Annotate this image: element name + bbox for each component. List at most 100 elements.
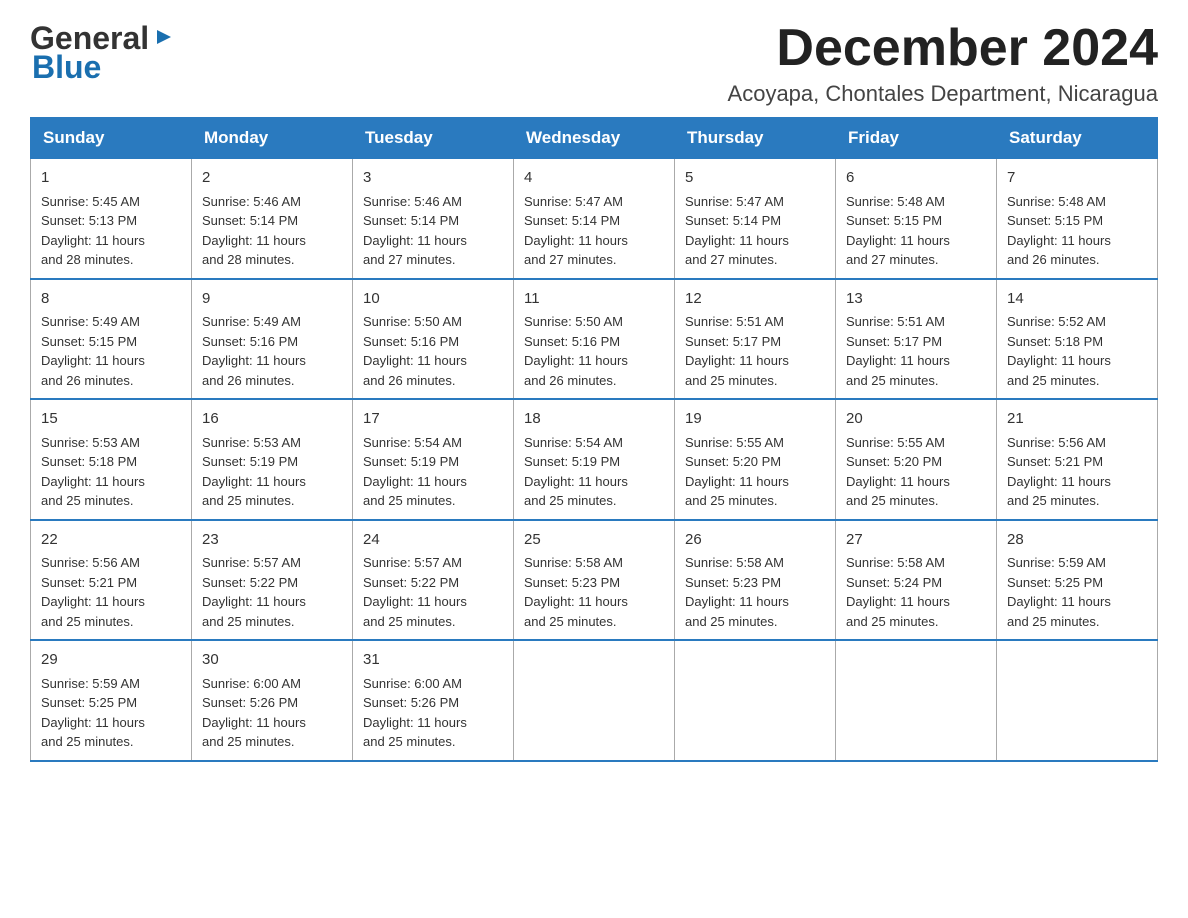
day-number: 3 [363, 167, 503, 190]
calendar-body: 1Sunrise: 5:45 AMSunset: 5:13 PMDaylight… [31, 159, 1158, 761]
calendar-cell: 12Sunrise: 5:51 AMSunset: 5:17 PMDayligh… [675, 279, 836, 400]
col-sunday: Sunday [31, 118, 192, 159]
calendar-cell: 1Sunrise: 5:45 AMSunset: 5:13 PMDaylight… [31, 159, 192, 279]
calendar-cell: 9Sunrise: 5:49 AMSunset: 5:16 PMDaylight… [192, 279, 353, 400]
calendar-cell: 6Sunrise: 5:48 AMSunset: 5:15 PMDaylight… [836, 159, 997, 279]
calendar-cell: 18Sunrise: 5:54 AMSunset: 5:19 PMDayligh… [514, 399, 675, 520]
col-wednesday: Wednesday [514, 118, 675, 159]
day-info: Sunrise: 5:53 AMSunset: 5:18 PMDaylight:… [41, 433, 181, 511]
header: General Blue December 2024 Acoyapa, Chon… [30, 20, 1158, 107]
col-thursday: Thursday [675, 118, 836, 159]
calendar-cell: 30Sunrise: 6:00 AMSunset: 5:26 PMDayligh… [192, 640, 353, 761]
day-info: Sunrise: 5:58 AMSunset: 5:24 PMDaylight:… [846, 553, 986, 631]
calendar-cell: 16Sunrise: 5:53 AMSunset: 5:19 PMDayligh… [192, 399, 353, 520]
day-number: 15 [41, 408, 181, 431]
day-info: Sunrise: 5:50 AMSunset: 5:16 PMDaylight:… [363, 312, 503, 390]
col-monday: Monday [192, 118, 353, 159]
day-number: 13 [846, 288, 986, 311]
day-number: 24 [363, 529, 503, 552]
col-tuesday: Tuesday [353, 118, 514, 159]
calendar-cell: 28Sunrise: 5:59 AMSunset: 5:25 PMDayligh… [997, 520, 1158, 641]
logo: General Blue [30, 20, 175, 86]
calendar-cell: 3Sunrise: 5:46 AMSunset: 5:14 PMDaylight… [353, 159, 514, 279]
day-info: Sunrise: 5:50 AMSunset: 5:16 PMDaylight:… [524, 312, 664, 390]
day-info: Sunrise: 5:59 AMSunset: 5:25 PMDaylight:… [1007, 553, 1147, 631]
month-title: December 2024 [728, 20, 1158, 77]
calendar-cell: 27Sunrise: 5:58 AMSunset: 5:24 PMDayligh… [836, 520, 997, 641]
calendar-cell: 19Sunrise: 5:55 AMSunset: 5:20 PMDayligh… [675, 399, 836, 520]
calendar-cell: 10Sunrise: 5:50 AMSunset: 5:16 PMDayligh… [353, 279, 514, 400]
day-info: Sunrise: 5:58 AMSunset: 5:23 PMDaylight:… [685, 553, 825, 631]
logo-triangle-icon [153, 26, 175, 53]
calendar-cell: 11Sunrise: 5:50 AMSunset: 5:16 PMDayligh… [514, 279, 675, 400]
calendar-cell: 24Sunrise: 5:57 AMSunset: 5:22 PMDayligh… [353, 520, 514, 641]
calendar-cell: 15Sunrise: 5:53 AMSunset: 5:18 PMDayligh… [31, 399, 192, 520]
day-number: 12 [685, 288, 825, 311]
calendar-week-1: 1Sunrise: 5:45 AMSunset: 5:13 PMDaylight… [31, 159, 1158, 279]
day-number: 6 [846, 167, 986, 190]
day-number: 14 [1007, 288, 1147, 311]
day-info: Sunrise: 5:51 AMSunset: 5:17 PMDaylight:… [685, 312, 825, 390]
header-row: Sunday Monday Tuesday Wednesday Thursday… [31, 118, 1158, 159]
day-number: 28 [1007, 529, 1147, 552]
day-info: Sunrise: 6:00 AMSunset: 5:26 PMDaylight:… [202, 674, 342, 752]
calendar-cell: 21Sunrise: 5:56 AMSunset: 5:21 PMDayligh… [997, 399, 1158, 520]
day-number: 22 [41, 529, 181, 552]
calendar-cell: 26Sunrise: 5:58 AMSunset: 5:23 PMDayligh… [675, 520, 836, 641]
calendar-cell [836, 640, 997, 761]
calendar-header: Sunday Monday Tuesday Wednesday Thursday… [31, 118, 1158, 159]
day-number: 31 [363, 649, 503, 672]
day-number: 27 [846, 529, 986, 552]
day-number: 9 [202, 288, 342, 311]
calendar-week-4: 22Sunrise: 5:56 AMSunset: 5:21 PMDayligh… [31, 520, 1158, 641]
day-info: Sunrise: 5:45 AMSunset: 5:13 PMDaylight:… [41, 192, 181, 270]
day-number: 1 [41, 167, 181, 190]
day-number: 19 [685, 408, 825, 431]
day-number: 8 [41, 288, 181, 311]
day-number: 30 [202, 649, 342, 672]
calendar-cell: 22Sunrise: 5:56 AMSunset: 5:21 PMDayligh… [31, 520, 192, 641]
day-info: Sunrise: 5:53 AMSunset: 5:19 PMDaylight:… [202, 433, 342, 511]
day-info: Sunrise: 5:54 AMSunset: 5:19 PMDaylight:… [363, 433, 503, 511]
day-info: Sunrise: 5:55 AMSunset: 5:20 PMDaylight:… [846, 433, 986, 511]
day-info: Sunrise: 5:54 AMSunset: 5:19 PMDaylight:… [524, 433, 664, 511]
day-info: Sunrise: 5:51 AMSunset: 5:17 PMDaylight:… [846, 312, 986, 390]
calendar-week-5: 29Sunrise: 5:59 AMSunset: 5:25 PMDayligh… [31, 640, 1158, 761]
calendar-table: Sunday Monday Tuesday Wednesday Thursday… [30, 117, 1158, 762]
calendar-cell: 20Sunrise: 5:55 AMSunset: 5:20 PMDayligh… [836, 399, 997, 520]
calendar-cell: 7Sunrise: 5:48 AMSunset: 5:15 PMDaylight… [997, 159, 1158, 279]
col-friday: Friday [836, 118, 997, 159]
day-info: Sunrise: 5:46 AMSunset: 5:14 PMDaylight:… [202, 192, 342, 270]
day-info: Sunrise: 5:58 AMSunset: 5:23 PMDaylight:… [524, 553, 664, 631]
day-info: Sunrise: 5:52 AMSunset: 5:18 PMDaylight:… [1007, 312, 1147, 390]
day-number: 11 [524, 288, 664, 311]
day-info: Sunrise: 6:00 AMSunset: 5:26 PMDaylight:… [363, 674, 503, 752]
day-info: Sunrise: 5:57 AMSunset: 5:22 PMDaylight:… [363, 553, 503, 631]
day-info: Sunrise: 5:46 AMSunset: 5:14 PMDaylight:… [363, 192, 503, 270]
title-area: December 2024 Acoyapa, Chontales Departm… [728, 20, 1158, 107]
day-number: 7 [1007, 167, 1147, 190]
calendar-cell: 29Sunrise: 5:59 AMSunset: 5:25 PMDayligh… [31, 640, 192, 761]
day-info: Sunrise: 5:48 AMSunset: 5:15 PMDaylight:… [846, 192, 986, 270]
day-number: 26 [685, 529, 825, 552]
day-number: 25 [524, 529, 664, 552]
day-number: 21 [1007, 408, 1147, 431]
day-info: Sunrise: 5:47 AMSunset: 5:14 PMDaylight:… [524, 192, 664, 270]
day-info: Sunrise: 5:59 AMSunset: 5:25 PMDaylight:… [41, 674, 181, 752]
day-info: Sunrise: 5:49 AMSunset: 5:15 PMDaylight:… [41, 312, 181, 390]
calendar-week-2: 8Sunrise: 5:49 AMSunset: 5:15 PMDaylight… [31, 279, 1158, 400]
calendar-cell: 8Sunrise: 5:49 AMSunset: 5:15 PMDaylight… [31, 279, 192, 400]
day-number: 2 [202, 167, 342, 190]
calendar-cell: 4Sunrise: 5:47 AMSunset: 5:14 PMDaylight… [514, 159, 675, 279]
day-number: 23 [202, 529, 342, 552]
day-number: 5 [685, 167, 825, 190]
location-title: Acoyapa, Chontales Department, Nicaragua [728, 81, 1158, 107]
day-info: Sunrise: 5:57 AMSunset: 5:22 PMDaylight:… [202, 553, 342, 631]
day-info: Sunrise: 5:56 AMSunset: 5:21 PMDaylight:… [41, 553, 181, 631]
calendar-cell: 17Sunrise: 5:54 AMSunset: 5:19 PMDayligh… [353, 399, 514, 520]
calendar-cell: 14Sunrise: 5:52 AMSunset: 5:18 PMDayligh… [997, 279, 1158, 400]
calendar-cell [997, 640, 1158, 761]
calendar-cell: 23Sunrise: 5:57 AMSunset: 5:22 PMDayligh… [192, 520, 353, 641]
day-number: 29 [41, 649, 181, 672]
day-info: Sunrise: 5:48 AMSunset: 5:15 PMDaylight:… [1007, 192, 1147, 270]
